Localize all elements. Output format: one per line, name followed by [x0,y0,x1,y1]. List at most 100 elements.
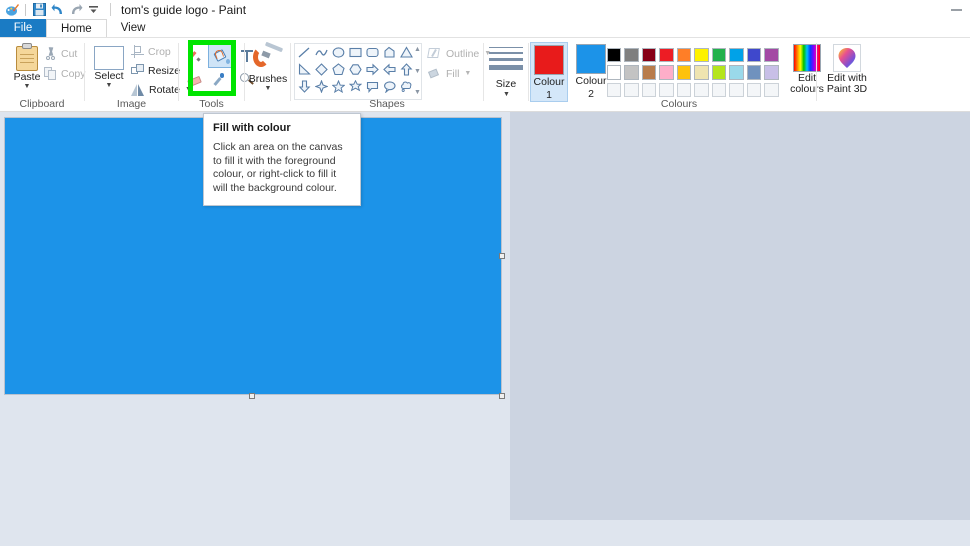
tab-file[interactable]: File [0,19,46,38]
palette-swatch-r2-c3[interactable] [640,64,658,82]
minimize-button[interactable] [951,9,962,11]
colour-2-swatch[interactable] [576,44,606,74]
canvas-handle-corner[interactable] [499,393,505,399]
shapes-scroll-down-icon[interactable]: ▼ [414,68,421,76]
cut-label: Cut [61,47,78,60]
tab-view[interactable]: View [107,19,160,38]
shape-four-point-star[interactable] [313,78,330,95]
fill-with-colour-tool[interactable] [208,44,234,68]
shape-diamond[interactable] [313,61,330,78]
palette-swatch-r1-c8[interactable] [728,46,746,64]
palette-swatch-r1-c7[interactable] [710,46,728,64]
palette-swatch-fill [729,47,744,62]
colour-palette[interactable] [605,46,780,99]
shapes-scroll-up-icon[interactable]: ▲ [414,46,421,54]
palette-swatch-r3-c7[interactable] [710,81,728,99]
select-button[interactable]: Select ▼ [89,46,129,89]
undo-icon[interactable] [50,2,65,17]
palette-swatch-r2-c5[interactable] [675,64,693,82]
palette-swatch-r2-c1[interactable] [605,64,623,82]
shape-right-arrow[interactable] [364,61,381,78]
palette-swatch-r2-c4[interactable] [658,64,676,82]
ribbon-tabs[interactable]: File Home View [0,19,970,38]
colour-1-button[interactable]: Colour 1 [530,42,568,102]
canvas-handle-bottom[interactable] [249,393,255,399]
canvas-handle-right[interactable] [499,253,505,259]
shape-rounded-rectangle[interactable] [364,44,381,61]
shapes-scrollbar[interactable]: ▲ ▼ ▼ [412,46,423,97]
shape-down-arrow[interactable] [296,78,313,95]
shape-right-triangle[interactable] [296,61,313,78]
palette-swatch-r3-c8[interactable] [728,81,746,99]
palette-swatch-r1-c5[interactable] [675,46,693,64]
palette-swatch-r1-c4[interactable] [658,46,676,64]
palette-swatch-fill [641,47,656,62]
outline-button: Outline ▼ [427,47,491,60]
palette-swatch-fill [624,82,639,97]
shape-oval[interactable] [330,44,347,61]
tab-home[interactable]: Home [46,19,107,38]
palette-swatch-r3-c4[interactable] [658,81,676,99]
shape-line[interactable] [296,44,313,61]
shapes-scroll-more-icon[interactable]: ▼ [414,89,421,97]
paste-caret-icon[interactable]: ▼ [24,83,31,90]
shape-curve[interactable] [313,44,330,61]
palette-swatch-r3-c3[interactable] [640,81,658,99]
copy-icon [44,67,57,80]
shape-polygon[interactable] [381,44,398,61]
size-preview[interactable] [489,47,523,70]
palette-swatch-r3-c1[interactable] [605,81,623,99]
shape-pentagon[interactable] [330,61,347,78]
shape-oval-callout[interactable] [381,78,398,95]
palette-swatch-fill [676,47,691,62]
size-label: Size [495,78,517,90]
palette-swatch-r1-c3[interactable] [640,46,658,64]
palette-swatch-fill [606,82,621,97]
ribbon-group-tools: Tools [179,38,254,111]
crop-label: Crop [148,45,171,58]
palette-swatch-fill [764,65,779,80]
palette-swatch-r1-c6[interactable] [693,46,711,64]
palette-swatch-r2-c9[interactable] [745,64,763,82]
palette-swatch-r3-c10[interactable] [763,81,781,99]
window-title: tom's guide logo - Paint [121,2,247,17]
outline-icon [427,47,442,60]
brushes-button[interactable]: Brushes ▼ [248,41,288,92]
palette-swatch-r3-c9[interactable] [745,81,763,99]
resize-button[interactable]: Resize [131,64,180,77]
brushes-caret-icon[interactable]: ▼ [265,85,272,92]
scissors-icon [44,46,57,60]
size-caret-icon[interactable]: ▼ [503,91,510,98]
palette-swatch-r1-c1[interactable] [605,46,623,64]
edit-with-paint3d-button[interactable]: Edit with Paint 3D [823,44,871,95]
eraser-tool[interactable] [182,68,208,92]
pencil-tool[interactable] [182,44,208,68]
colour-1-swatch[interactable] [534,45,564,75]
shape-five-point-star[interactable] [330,78,347,95]
customize-icon[interactable] [86,2,101,17]
palette-swatch-r1-c9[interactable] [745,46,763,64]
palette-swatch-r1-c10[interactable] [763,46,781,64]
shape-left-arrow[interactable] [381,61,398,78]
colour-picker-tool[interactable] [208,68,234,92]
palette-swatch-r3-c6[interactable] [693,81,711,99]
shapes-grid[interactable] [296,44,415,95]
palette-swatch-r2-c2[interactable] [623,64,641,82]
palette-swatch-r2-c6[interactable] [693,64,711,82]
save-icon[interactable] [32,2,47,17]
palette-swatch-r3-c5[interactable] [675,81,693,99]
redo-icon[interactable] [68,2,83,17]
colour-1-number: 1 [546,89,552,101]
shape-six-point-star[interactable] [347,78,364,95]
palette-swatch-r2-c7[interactable] [710,64,728,82]
palette-swatch-r1-c2[interactable] [623,46,641,64]
palette-swatch-fill [694,65,709,80]
palette-swatch-r2-c8[interactable] [728,64,746,82]
palette-swatch-r2-c10[interactable] [763,64,781,82]
palette-swatch-r3-c2[interactable] [623,81,641,99]
shape-hexagon[interactable] [347,61,364,78]
shape-rectangle[interactable] [347,44,364,61]
quick-access-toolbar[interactable] [0,0,111,19]
shape-rounded-callout[interactable] [364,78,381,95]
select-caret-icon[interactable]: ▼ [106,82,113,89]
